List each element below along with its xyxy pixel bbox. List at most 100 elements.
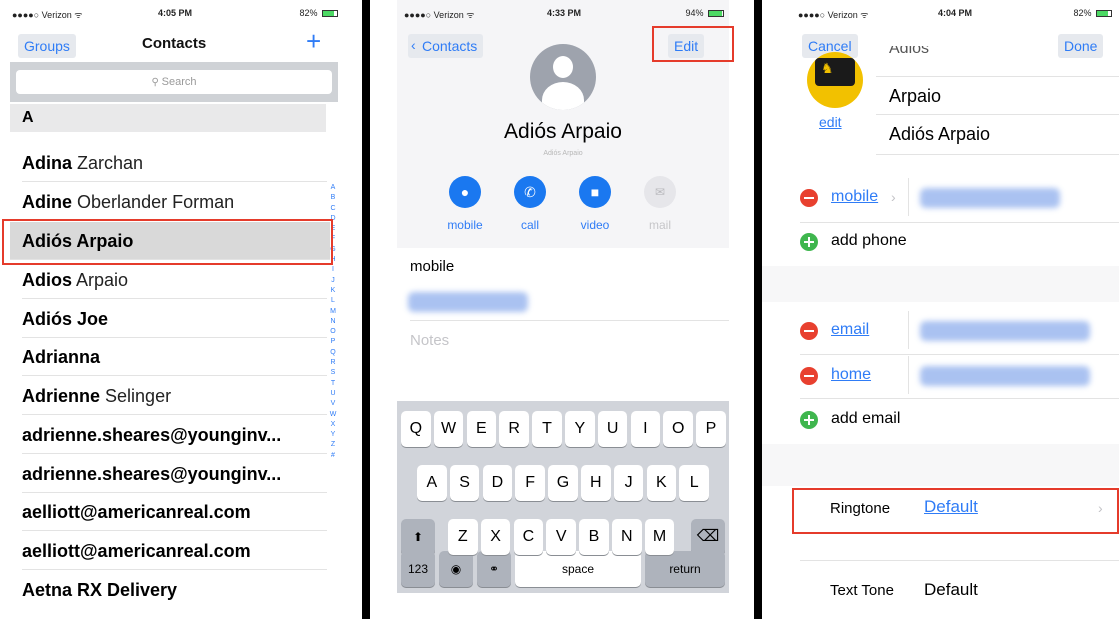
contact-row[interactable]: Adine Oberlander Forman bbox=[22, 183, 327, 221]
contact-row[interactable]: adrienne.sheares@younginv... bbox=[22, 455, 327, 493]
key-j[interactable]: J bbox=[613, 465, 644, 501]
redacted-email[interactable] bbox=[920, 321, 1090, 341]
edit-photo-link[interactable]: edit bbox=[819, 114, 842, 130]
key-e[interactable]: E bbox=[466, 411, 497, 447]
index-letter[interactable]: M bbox=[328, 307, 338, 317]
key-a[interactable]: A bbox=[417, 465, 447, 501]
key-x[interactable]: X bbox=[480, 519, 511, 555]
key-y[interactable]: Y bbox=[565, 411, 595, 447]
index-letter[interactable]: C bbox=[328, 204, 338, 214]
first-name-field[interactable]: Adios bbox=[889, 46, 929, 58]
index-letter[interactable]: B bbox=[328, 193, 338, 203]
email-label-selector[interactable]: home bbox=[831, 366, 871, 384]
index-letter[interactable]: Z bbox=[328, 440, 338, 450]
key-f[interactable]: F bbox=[515, 465, 545, 501]
index-letter[interactable]: U bbox=[328, 389, 338, 399]
key-p[interactable]: P bbox=[696, 411, 726, 447]
globe-key[interactable]: ◉ bbox=[439, 551, 473, 587]
index-letter[interactable]: R bbox=[328, 358, 338, 368]
redacted-email[interactable] bbox=[920, 366, 1090, 386]
key-g[interactable]: G bbox=[548, 465, 578, 501]
index-letter[interactable]: J bbox=[328, 276, 338, 286]
index-letter[interactable]: O bbox=[328, 327, 338, 337]
index-letter[interactable]: N bbox=[328, 317, 338, 327]
key-v[interactable]: V bbox=[546, 519, 576, 555]
index-letter[interactable]: Q bbox=[328, 348, 338, 358]
index-letter[interactable]: S bbox=[328, 368, 338, 378]
key-i[interactable]: I bbox=[630, 411, 661, 447]
key-z[interactable]: Z bbox=[448, 519, 478, 555]
key-l[interactable]: L bbox=[679, 465, 709, 501]
microphone-key[interactable]: ⚭ bbox=[477, 551, 511, 587]
message-action[interactable]: ● mobile bbox=[435, 176, 495, 232]
key-s[interactable]: S bbox=[449, 465, 480, 501]
key-k[interactable]: K bbox=[646, 465, 677, 501]
return-key[interactable]: return bbox=[645, 551, 725, 587]
add-phone-button[interactable]: add phone bbox=[831, 232, 907, 250]
call-action[interactable]: ✆ call bbox=[500, 176, 560, 232]
contact-row[interactable]: Adrianna bbox=[22, 338, 327, 376]
index-letter[interactable]: W bbox=[328, 410, 338, 420]
redacted-phone-number[interactable] bbox=[408, 292, 528, 312]
index-letter[interactable]: A bbox=[328, 183, 338, 193]
status-bar: ●●●●○ Verizon ᯤ 4:05 PM 82% bbox=[12, 8, 338, 22]
redacted-phone-number[interactable] bbox=[920, 188, 1060, 208]
key-b[interactable]: B bbox=[579, 519, 609, 555]
key-m[interactable]: M bbox=[644, 519, 675, 555]
contact-row[interactable]: Adrienne Selinger bbox=[22, 377, 327, 415]
search-input[interactable]: ⚲ Search bbox=[16, 70, 332, 94]
remove-phone-icon[interactable] bbox=[800, 189, 818, 207]
contact-row[interactable]: adrienne.sheares@younginv... bbox=[22, 416, 327, 454]
index-letter[interactable]: L bbox=[328, 296, 338, 306]
index-letter[interactable]: P bbox=[328, 337, 338, 347]
index-letter[interactable]: V bbox=[328, 399, 338, 409]
groups-button[interactable]: Groups bbox=[18, 34, 76, 58]
video-action[interactable]: ■ video bbox=[565, 176, 625, 232]
space-key[interactable]: space bbox=[515, 551, 641, 587]
key-u[interactable]: U bbox=[597, 411, 628, 447]
key-n[interactable]: N bbox=[612, 519, 642, 555]
key-o[interactable]: O bbox=[663, 411, 693, 447]
search-placeholder: Search bbox=[161, 76, 197, 88]
done-button[interactable]: Done bbox=[1058, 34, 1104, 58]
section-gap bbox=[762, 444, 1119, 486]
key-h[interactable]: H bbox=[581, 465, 611, 501]
index-letter[interactable]: T bbox=[328, 379, 338, 389]
add-contact-button[interactable]: + bbox=[306, 26, 321, 57]
status-bar: ●●●●○ Verizon ᯤ 4:33 PM 94% bbox=[404, 8, 724, 22]
contact-row[interactable]: Adina Zarchan bbox=[22, 144, 327, 182]
index-letter[interactable]: I bbox=[328, 265, 338, 275]
email-label-selector[interactable]: email bbox=[831, 321, 869, 339]
key-d[interactable]: D bbox=[482, 465, 513, 501]
phone-label-selector[interactable]: mobile bbox=[831, 188, 878, 206]
add-email-icon[interactable] bbox=[800, 411, 818, 429]
add-email-button[interactable]: add email bbox=[831, 410, 900, 428]
contact-photo[interactable]: ♞ bbox=[807, 52, 863, 108]
contact-row[interactable]: Adiós Joe bbox=[22, 300, 327, 338]
index-letter[interactable]: X bbox=[328, 420, 338, 430]
key-w[interactable]: W bbox=[433, 411, 464, 447]
shift-key[interactable]: ⬆ bbox=[401, 519, 435, 555]
key-q[interactable]: Q bbox=[401, 411, 431, 447]
key-r[interactable]: R bbox=[499, 411, 529, 447]
last-name-field[interactable]: Arpaio bbox=[889, 86, 941, 107]
remove-email-icon[interactable] bbox=[800, 367, 818, 385]
add-phone-icon[interactable] bbox=[800, 233, 818, 251]
display-name-field[interactable]: Adiós Arpaio bbox=[889, 124, 990, 145]
clock: 4:33 PM bbox=[546, 8, 581, 18]
delete-key[interactable]: ⌫ bbox=[691, 519, 725, 555]
remove-email-icon[interactable] bbox=[800, 322, 818, 340]
key-c[interactable]: C bbox=[513, 519, 544, 555]
contact-name: adrienne.sheares@younginv... bbox=[22, 464, 282, 484]
notes-field[interactable]: Notes bbox=[410, 332, 449, 349]
back-button[interactable]: ‹ Contacts bbox=[408, 34, 484, 58]
index-letter[interactable]: K bbox=[328, 286, 338, 296]
contact-row[interactable]: aelliott@americanreal.com bbox=[22, 532, 327, 570]
contact-row[interactable]: Aetna RX Delivery bbox=[22, 571, 327, 609]
contact-row[interactable]: aelliott@americanreal.com bbox=[22, 493, 327, 531]
key-t[interactable]: T bbox=[532, 411, 562, 447]
numbers-key[interactable]: 123 bbox=[401, 551, 435, 587]
contact-row[interactable]: Adios Arpaio bbox=[22, 261, 327, 299]
index-letter[interactable]: # bbox=[328, 451, 338, 461]
index-letter[interactable]: Y bbox=[328, 430, 338, 440]
